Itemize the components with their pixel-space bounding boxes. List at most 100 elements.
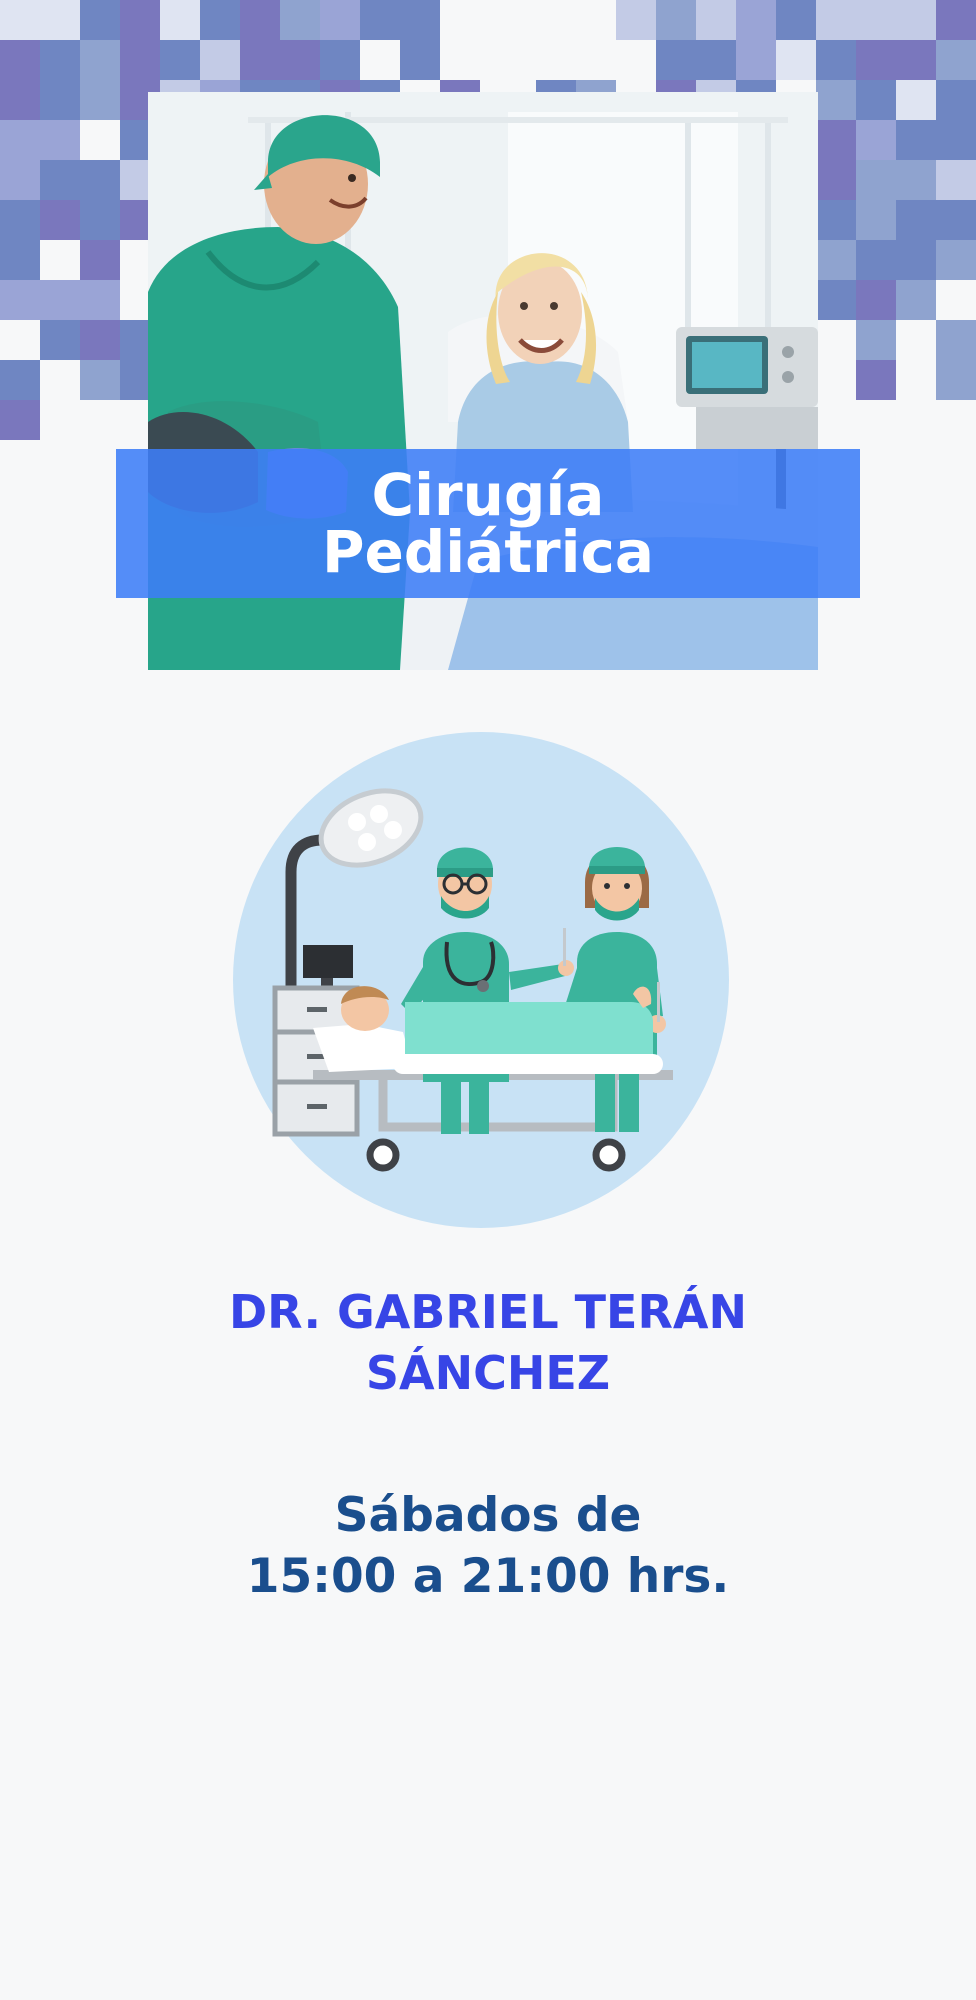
mosaic-tile — [360, 0, 400, 40]
mosaic-tile — [736, 0, 776, 40]
mosaic-tile — [0, 240, 40, 280]
mosaic-tile — [816, 80, 856, 120]
mosaic-tile — [240, 0, 280, 40]
mosaic-tile — [40, 160, 80, 200]
mosaic-tile — [856, 160, 896, 200]
mosaic-tile — [936, 120, 976, 160]
mosaic-tile — [280, 0, 320, 40]
schedule-text: Sábados de 15:00 a 21:00 hrs. — [0, 1485, 976, 1607]
mosaic-tile — [856, 360, 896, 400]
mosaic-tile — [80, 240, 120, 280]
mosaic-tile — [776, 40, 816, 80]
doctor-name-line-2: SÁNCHEZ — [365, 1346, 611, 1400]
mosaic-tile — [616, 0, 656, 40]
mosaic-tile — [80, 320, 120, 360]
mosaic-tile — [656, 40, 696, 80]
mosaic-tile — [816, 320, 856, 360]
schedule-line-1: Sábados de — [334, 1488, 642, 1543]
mosaic-tile — [0, 0, 40, 40]
mosaic-tile — [80, 360, 120, 400]
mosaic-tile — [200, 40, 240, 80]
mosaic-tile — [0, 360, 40, 400]
mosaic-tile — [616, 40, 656, 80]
mosaic-tile — [856, 200, 896, 240]
mosaic-tile — [0, 320, 40, 360]
mosaic-tile — [816, 240, 856, 280]
mosaic-tile — [656, 0, 696, 40]
mosaic-tile — [936, 40, 976, 80]
title-banner: Cirugía Pediátrica — [116, 449, 860, 598]
mosaic-tile — [816, 360, 856, 400]
mosaic-tile — [0, 200, 40, 240]
doctor-name: DR. GABRIEL TERÁN SÁNCHEZ — [0, 1282, 976, 1404]
mosaic-tile — [896, 160, 936, 200]
mosaic-tile — [896, 120, 936, 160]
mosaic-tile — [400, 0, 440, 40]
mosaic-tile — [856, 80, 896, 120]
mosaic-tile — [80, 120, 120, 160]
mosaic-tile — [80, 400, 120, 440]
mosaic-tile — [816, 200, 856, 240]
mosaic-tile — [160, 0, 200, 40]
mosaic-tile — [776, 0, 816, 40]
mosaic-tile — [160, 40, 200, 80]
mosaic-tile — [0, 40, 40, 80]
mosaic-tile — [936, 80, 976, 120]
mosaic-tile — [40, 400, 80, 440]
mosaic-tile — [896, 200, 936, 240]
mosaic-tile — [80, 0, 120, 40]
mosaic-tile — [696, 0, 736, 40]
mosaic-tile — [0, 400, 40, 440]
mosaic-tile — [936, 360, 976, 400]
mosaic-tile — [120, 40, 160, 80]
mosaic-tile — [40, 320, 80, 360]
mosaic-tile — [896, 0, 936, 40]
doctor-name-line-1: DR. GABRIEL TERÁN — [229, 1285, 747, 1339]
mosaic-tile — [40, 240, 80, 280]
page-title: Cirugía Pediátrica — [321, 466, 655, 586]
mosaic-tile — [280, 40, 320, 80]
mosaic-tile — [576, 40, 616, 80]
mosaic-tile — [40, 40, 80, 80]
mosaic-tile — [576, 0, 616, 40]
mosaic-tile — [40, 280, 80, 320]
schedule-line-2: 15:00 a 21:00 hrs. — [246, 1549, 730, 1604]
mosaic-tile — [240, 40, 280, 80]
mosaic-tile — [936, 0, 976, 40]
mosaic-tile — [496, 40, 536, 80]
title-line-2: Pediátrica — [321, 517, 655, 586]
mosaic-tile — [896, 360, 936, 400]
mosaic-tile — [80, 200, 120, 240]
mosaic-tile — [816, 120, 856, 160]
mosaic-tile — [816, 280, 856, 320]
mosaic-tile — [856, 0, 896, 40]
mosaic-tile — [120, 0, 160, 40]
mosaic-tile — [0, 160, 40, 200]
mosaic-tile — [936, 320, 976, 360]
mosaic-tile — [80, 280, 120, 320]
mosaic-tile — [816, 40, 856, 80]
mosaic-tile — [936, 160, 976, 200]
mosaic-tile — [816, 0, 856, 40]
surgery-team-icon — [233, 732, 729, 1228]
mosaic-tile — [896, 280, 936, 320]
mosaic-tile — [80, 80, 120, 120]
mosaic-tile — [936, 200, 976, 240]
mosaic-tile — [40, 200, 80, 240]
mosaic-tile — [40, 360, 80, 400]
mosaic-tile — [856, 280, 896, 320]
mosaic-tile — [0, 280, 40, 320]
mosaic-tile — [896, 80, 936, 120]
mosaic-tile — [0, 120, 40, 160]
mosaic-tile — [80, 160, 120, 200]
mosaic-tile — [936, 240, 976, 280]
mosaic-tile — [40, 120, 80, 160]
mosaic-tile — [736, 40, 776, 80]
mosaic-tile — [200, 0, 240, 40]
mosaic-tile — [896, 320, 936, 360]
mosaic-tile — [320, 0, 360, 40]
mosaic-tile — [536, 40, 576, 80]
mosaic-tile — [856, 240, 896, 280]
mosaic-tile — [0, 80, 40, 120]
mosaic-tile — [816, 160, 856, 200]
